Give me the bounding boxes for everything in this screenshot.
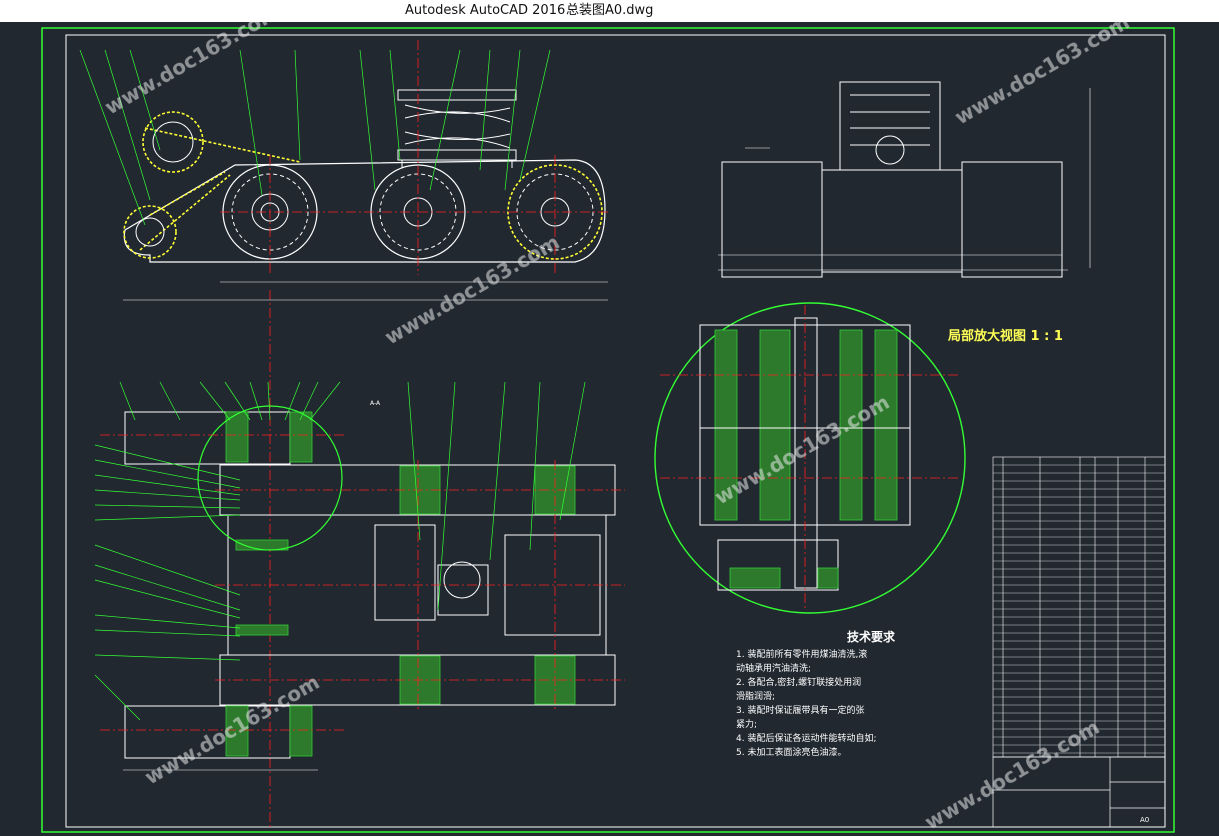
requirement-line: 2. 各配合,密封,螺钉联接处用润 <box>736 678 862 688</box>
technical-requirements: 技术要求 1. 装配前所有零件用煤油清洗,滚 动轴承用汽油清洗; 2. 各配合,… <box>736 630 986 760</box>
technical-requirements-heading: 技术要求 <box>846 630 895 644</box>
requirement-line: 3. 装配时保证履带具有一定的张 <box>736 706 865 716</box>
drawing-canvas[interactable]: A0 A-A www.doc163.com www.doc163.com www… <box>0 22 1219 836</box>
parts-list-table <box>992 456 1166 758</box>
file-name: 总装图A0.dwg <box>566 3 654 18</box>
app-title: Autodesk AutoCAD 2016 <box>405 3 566 18</box>
watermark: www.doc163.com <box>951 22 1134 129</box>
section-view[interactable] <box>94 381 625 771</box>
sheet-size-label: A0 <box>1140 816 1149 824</box>
parts-list-rows <box>993 464 1165 754</box>
side-view[interactable] <box>718 81 1091 278</box>
detail-view-title: 局部放大视图 1 : 1 <box>948 329 1063 344</box>
outer-frame <box>41 27 1175 833</box>
watermark: www.doc163.com <box>711 390 894 510</box>
requirement-line: 5. 未加工表面涂亮色油漆。 <box>736 748 847 758</box>
requirement-line: 1. 装配前所有零件用煤油清洗,滚 <box>736 650 868 660</box>
requirement-line: 紧力; <box>736 720 758 730</box>
watermark: www.doc163.com <box>381 230 564 350</box>
requirement-line: 4. 装配后保证各运动件能转动自如; <box>736 734 877 744</box>
scissor-lift <box>397 89 517 168</box>
requirement-line: 动轴承用汽油清洗; <box>736 664 812 674</box>
window-title-bar: Autodesk AutoCAD 2016 总装图A0.dwg <box>0 0 1219 22</box>
watermark: www.doc163.com <box>101 22 284 119</box>
section-label: A-A <box>370 400 381 407</box>
requirement-line: 滑脂润滑; <box>736 692 776 702</box>
